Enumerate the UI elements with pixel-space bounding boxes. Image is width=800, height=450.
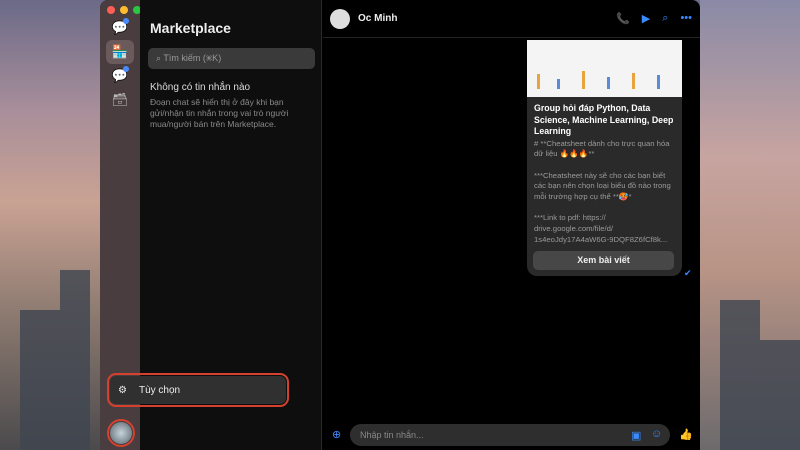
search-input[interactable]: ⌕ Tìm kiếm (⌘K) (148, 48, 315, 69)
empty-description: Đoạn chat sẽ hiển thị ở đây khi bạn gửi/… (150, 97, 289, 129)
conversation-panel: Oc Minh 📞 ▶ ⌕ ••• Group hỏi đáp Python, Dat… (323, 0, 700, 450)
requests-icon[interactable]: 💬 (106, 64, 134, 88)
empty-title: Không có tin nhắn nào (150, 82, 251, 93)
post-title: Group hỏi đáp Python, Data Science, Mach… (534, 103, 674, 136)
sticker-icon[interactable]: ▣ (631, 429, 641, 442)
chats-icon[interactable]: 💬 (106, 16, 134, 40)
seen-check-icon: ✔ (684, 268, 692, 278)
add-icon[interactable]: ⊕ (332, 428, 341, 441)
marketplace-icon[interactable]: 🏪 (106, 40, 134, 64)
minimize-button[interactable] (120, 6, 128, 14)
messenger-window: 💬 🏪 💬 🗃 Marketplace ⌕ Tìm kiếm (⌘K) Khôn… (100, 0, 700, 450)
video-icon[interactable]: ▶ (642, 12, 650, 25)
shared-post-card: Group hỏi đáp Python, Data Science, Mach… (527, 40, 682, 276)
search-icon[interactable]: ⌕ (662, 12, 668, 25)
post-body: # **Cheatsheet dành cho trực quan hóa dữ… (534, 138, 671, 244)
like-icon[interactable]: 👍 (679, 428, 693, 441)
profile-avatar[interactable] (107, 419, 135, 447)
archive-icon[interactable]: 🗃 (106, 88, 134, 112)
close-button[interactable] (107, 6, 115, 14)
phone-icon[interactable]: 📞 (616, 12, 630, 25)
message-input[interactable]: Nhập tin nhắn... (350, 424, 670, 446)
post-image (527, 40, 682, 97)
contact-name[interactable]: Oc Minh (358, 13, 397, 24)
more-icon[interactable]: ••• (680, 12, 692, 25)
view-post-button[interactable]: Xem bài viết (533, 251, 674, 270)
gear-icon: ⚙ (118, 384, 127, 396)
emoji-icon[interactable]: ☺ (651, 428, 662, 440)
options-menu-item[interactable]: ⚙ Tùy chọn (107, 373, 289, 407)
page-title: Marketplace (150, 20, 231, 36)
contact-avatar[interactable] (330, 8, 350, 29)
